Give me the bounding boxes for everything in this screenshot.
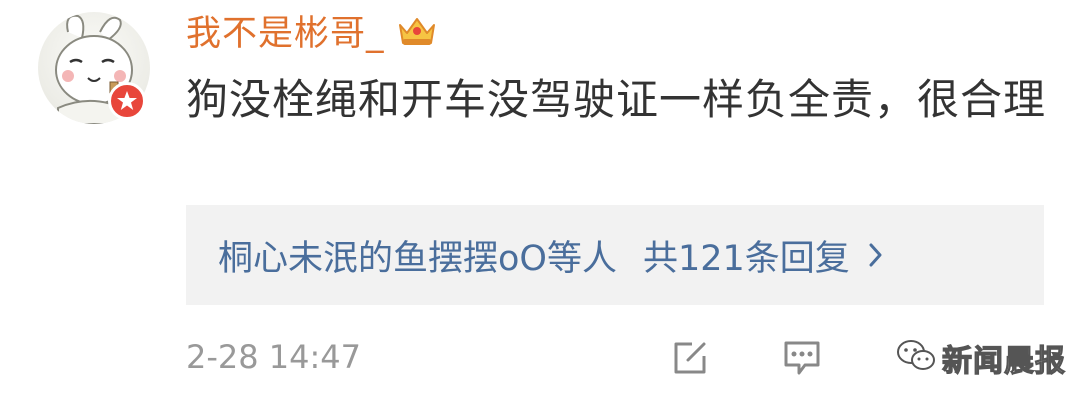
verified-star-icon [108,82,146,120]
comment-icon[interactable] [780,336,824,380]
username-row: 我不是彬哥_ [186,6,437,54]
chevron-right-icon [868,241,884,269]
reply-count: 共121条回复 [642,238,850,279]
edit-icon[interactable] [668,336,712,380]
watermark-text: 新闻晨报 [941,343,1066,379]
username[interactable]: 我不是彬哥_ [186,5,385,56]
wechat-icon [896,339,936,377]
crown-icon[interactable] [397,13,437,47]
reply-names: 桐心未泯的鱼摆摆oO等人 [218,238,617,279]
comment-timestamp: 2-28 14:47 [186,338,362,376]
reply-summary[interactable]: 桐心未泯的鱼摆摆oO等人 共121条回复 [218,205,884,305]
reply-thread-box[interactable]: 桐心未泯的鱼摆摆oO等人 共121条回复 [186,205,1044,305]
watermark: 新闻晨报 [896,336,1066,380]
comment-text: 狗没栓绳和开车没驾驶证一样负全责，很合理 [186,75,1047,124]
